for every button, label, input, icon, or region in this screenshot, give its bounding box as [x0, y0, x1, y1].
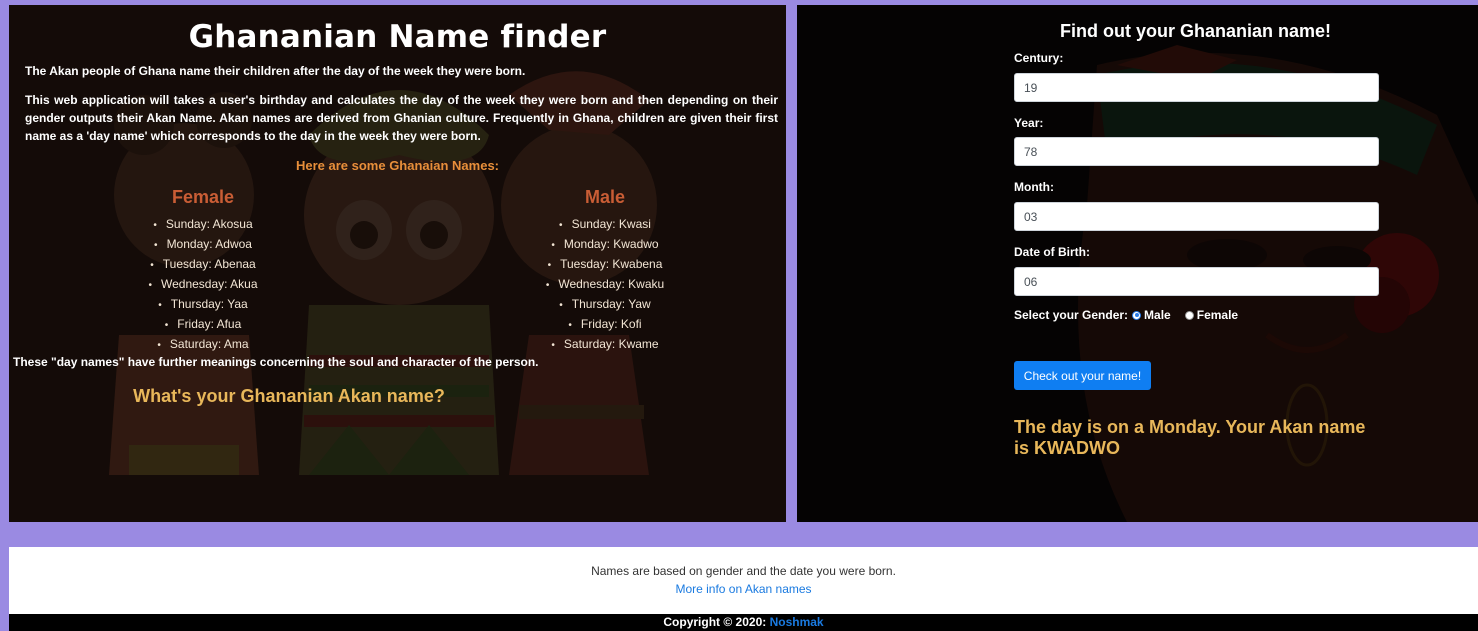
- date-of-birth-input[interactable]: [1014, 267, 1379, 296]
- list-item: Tuesday: Kwabena: [495, 255, 715, 275]
- year-label: Year:: [1014, 116, 1044, 130]
- day-names-meaning-text: These "day names" have further meanings …: [13, 355, 539, 369]
- female-radio-label[interactable]: Female: [1197, 308, 1238, 322]
- male-radio[interactable]: [1132, 310, 1142, 320]
- male-radio-label[interactable]: Male: [1144, 308, 1171, 322]
- info-panel: Ghananian Name finder The Akan people of…: [9, 5, 786, 522]
- male-heading: Male: [584, 187, 626, 207]
- names-heading: Here are some Ghanaian Names:: [295, 158, 500, 173]
- description-paragraph: This web application will takes a user's…: [25, 93, 778, 143]
- list-item: Wednesday: Kwaku: [495, 275, 715, 295]
- footer-text: Names are based on gender and the date y…: [591, 564, 896, 578]
- check-name-button[interactable]: Check out your name!: [1014, 361, 1151, 390]
- akan-names-info-link[interactable]: More info on Akan names: [9, 582, 1478, 596]
- gender-label: Select your Gender:: [1014, 308, 1129, 322]
- result-text: The day is on a Monday. Your Akan name i…: [1014, 417, 1366, 458]
- list-item: Friday: Kofi: [495, 315, 715, 335]
- gender-selector: Select your Gender: Male Female: [1014, 308, 1238, 322]
- list-item: Monday: Kwadwo: [495, 235, 715, 255]
- footer: Names are based on gender and the date y…: [9, 547, 1478, 614]
- list-item: Thursday: Yaa: [93, 295, 313, 315]
- female-heading: Female: [171, 187, 235, 207]
- akan-name-question: What's your Ghananian Akan name?: [133, 386, 445, 406]
- century-input[interactable]: [1014, 73, 1379, 102]
- month-input[interactable]: [1014, 202, 1379, 231]
- list-item: Saturday: Kwame: [495, 335, 715, 355]
- list-item: Monday: Adwoa: [93, 235, 313, 255]
- male-names-list: Sunday: Kwasi Monday: Kwadwo Tuesday: Kw…: [495, 215, 715, 355]
- intro-paragraph: The Akan people of Ghana name their chil…: [25, 64, 526, 78]
- century-label: Century:: [1014, 51, 1064, 65]
- author-link[interactable]: Noshmak: [770, 615, 824, 629]
- list-item: Thursday: Yaw: [495, 295, 715, 315]
- female-names-column: Female Sunday: Akosua Monday: Adwoa Tues…: [93, 187, 313, 355]
- copyright-text: Copyright © 2020:: [663, 615, 770, 629]
- female-names-list: Sunday: Akosua Monday: Adwoa Tuesday: Ab…: [93, 215, 313, 355]
- year-input[interactable]: [1014, 137, 1379, 166]
- dob-label: Date of Birth:: [1014, 245, 1090, 259]
- list-item: Sunday: Akosua: [93, 215, 313, 235]
- copyright-bar: Copyright © 2020: Noshmak: [9, 614, 1478, 631]
- list-item: Wednesday: Akua: [93, 275, 313, 295]
- form-title: Find out your Ghananian name!: [1059, 21, 1331, 41]
- name-form-panel: Find out your Ghananian name! Century: Y…: [797, 5, 1478, 522]
- page-title: Ghananian Name finder: [188, 19, 607, 55]
- female-radio[interactable]: [1184, 310, 1194, 320]
- male-names-column: Male Sunday: Kwasi Monday: Kwadwo Tuesda…: [495, 187, 715, 355]
- list-item: Friday: Afua: [93, 315, 313, 335]
- list-item: Saturday: Ama: [93, 335, 313, 355]
- list-item: Tuesday: Abenaa: [93, 255, 313, 275]
- month-label: Month:: [1014, 180, 1054, 194]
- list-item: Sunday: Kwasi: [495, 215, 715, 235]
